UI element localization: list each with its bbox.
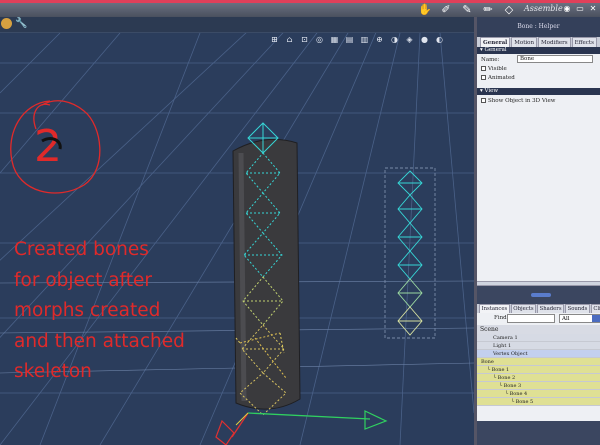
tool-icons: ✋ ✐ ✎ ✏ ◇: [418, 3, 516, 17]
general-properties: Name: Bone Visible Animated: [477, 54, 600, 88]
tab-objects[interactable]: Objects: [510, 304, 537, 313]
light-icon[interactable]: ▦: [330, 35, 339, 44]
cylinder-object: [232, 138, 301, 410]
bone-tool-icon[interactable]: ✐: [439, 3, 453, 17]
name-label: Name:: [481, 57, 500, 63]
minimize-icon[interactable]: ▭: [575, 4, 585, 14]
tree-item-label: └ Bone 2: [493, 375, 516, 381]
show-object-checkbox[interactable]: Show Object in 3D View: [481, 98, 555, 104]
tree-item-label: Bone: [481, 359, 494, 365]
visible-label: Visible: [488, 66, 507, 72]
tab-motion[interactable]: Motion: [511, 37, 538, 47]
section-general[interactable]: ▾ General: [477, 47, 600, 54]
scene-tree: Scene Camera 1 Light 1 Vertex Object Bone └ …: [477, 325, 600, 421]
tree-item[interactable]: Vertex Object: [477, 350, 600, 358]
tree-item[interactable]: Camera 1: [477, 334, 600, 342]
3d-viewport[interactable]: 2 ⊞ ⌂ ⊡ ◎ ▦ ▤ ▥ ⊕ ◑ ◈ ● ◐ Created bones …: [0, 33, 474, 445]
filter-value: All: [562, 316, 570, 322]
tree-item[interactable]: └ Bone 4: [477, 390, 600, 398]
sphere-icon[interactable]: ●: [420, 35, 429, 44]
preview-icon[interactable]: ◐: [435, 35, 444, 44]
tree-item-label: Light 1: [493, 343, 512, 349]
section-general-label: General: [484, 47, 507, 53]
find-input[interactable]: [507, 314, 555, 323]
find-row: Find All: [477, 313, 600, 325]
render-icon[interactable]: ▥: [360, 35, 369, 44]
show-object-label: Show Object in 3D View: [488, 98, 556, 104]
find-label: Find: [494, 315, 507, 321]
app-window: ✋ ✐ ✎ ✏ ◇ Assemble ◉ ▭ ✕ 🔧 2 ⊞ ⌂ ⊡ ◎ ▦ ▤…: [0, 0, 600, 445]
close-icon[interactable]: ✕: [588, 4, 598, 14]
tree-item[interactable]: └ Bone 1: [477, 366, 600, 374]
tab-clips[interactable]: Clips: [590, 304, 600, 313]
tree-item[interactable]: └ Bone 3: [477, 382, 600, 390]
tree-item-label: └ Bone 5: [511, 399, 534, 405]
annotation-number: 2: [34, 121, 62, 172]
secondary-toolbar: 🔧: [0, 17, 474, 33]
select-icon[interactable]: ◇: [502, 3, 516, 17]
separate-skeleton: [384, 167, 436, 339]
pen-icon[interactable]: ✏: [481, 3, 495, 17]
filter-select[interactable]: All: [559, 314, 600, 323]
browser-tabs: Instances Objects Shaders Sounds Clips: [477, 304, 600, 313]
scene-root[interactable]: Scene: [477, 325, 600, 334]
title-bar: ✋ ✐ ✎ ✏ ◇ Assemble ◉ ▭ ✕: [0, 0, 600, 17]
property-tabs: General Motion Modifiers Effects: [477, 37, 600, 47]
panel-splitter[interactable]: [477, 286, 600, 304]
section-view[interactable]: ▾ View: [477, 88, 600, 95]
splitter-grip[interactable]: [531, 293, 551, 297]
tab-general[interactable]: General: [480, 37, 511, 47]
visible-checkbox[interactable]: Visible: [481, 66, 507, 72]
panel-header: Bone : Helper: [477, 17, 600, 37]
tree-item[interactable]: Light 1: [477, 342, 600, 350]
tab-sounds[interactable]: Sounds: [565, 304, 590, 313]
dial-icon[interactable]: ◎: [315, 35, 324, 44]
tree-item[interactable]: └ Bone 5: [477, 398, 600, 406]
wrench-icon[interactable]: 🔧: [15, 18, 27, 29]
wireframe-icon[interactable]: ▤: [345, 35, 354, 44]
tab-instances[interactable]: Instances: [479, 304, 510, 313]
hand-icon[interactable]: ✋: [418, 3, 432, 17]
tree-item[interactable]: └ Bone 2: [477, 374, 600, 382]
tree-item-label: Vertex Object: [493, 351, 528, 357]
material-icon[interactable]: [1, 18, 12, 29]
tree-item-label: └ Bone 4: [505, 391, 528, 397]
tab-effects[interactable]: Effects: [571, 37, 597, 47]
cube-icon[interactable]: ◈: [405, 35, 414, 44]
camera-icon[interactable]: ⌂: [285, 35, 294, 44]
animated-checkbox[interactable]: Animated: [481, 75, 515, 81]
shade-icon[interactable]: ◑: [390, 35, 399, 44]
window-title: Assemble: [524, 4, 563, 13]
tree-item-label: └ Bone 3: [499, 383, 522, 389]
chevron-down-icon[interactable]: [592, 315, 600, 322]
view-icon[interactable]: ⊕: [375, 35, 384, 44]
tree-item-label: Camera 1: [493, 335, 518, 341]
animated-label: Animated: [488, 75, 515, 81]
window-controls: ◉ ▭ ✕: [562, 4, 598, 14]
tree-item-label: └ Bone 1: [487, 367, 510, 373]
tree-item[interactable]: Bone: [477, 358, 600, 366]
view-properties: Show Object in 3D View: [477, 95, 600, 281]
section-view-label: View: [484, 88, 499, 94]
snap-icon[interactable]: ⊡: [300, 35, 309, 44]
tab-shaders[interactable]: Shaders: [537, 304, 565, 313]
name-field[interactable]: Bone: [517, 55, 593, 63]
annotation-text: Created bones for object after morphs cr…: [14, 239, 185, 382]
properties-panel: Bone : Helper General Motion Modifiers E…: [474, 17, 600, 445]
eye-icon[interactable]: ◉: [562, 4, 572, 14]
brush-icon[interactable]: ✎: [460, 3, 474, 17]
tab-modifiers[interactable]: Modifiers: [538, 37, 571, 47]
viewport-toolbar: ⊞ ⌂ ⊡ ◎ ▦ ▤ ▥ ⊕ ◑ ◈ ● ◐: [270, 35, 444, 44]
grid-icon[interactable]: ⊞: [270, 35, 279, 44]
